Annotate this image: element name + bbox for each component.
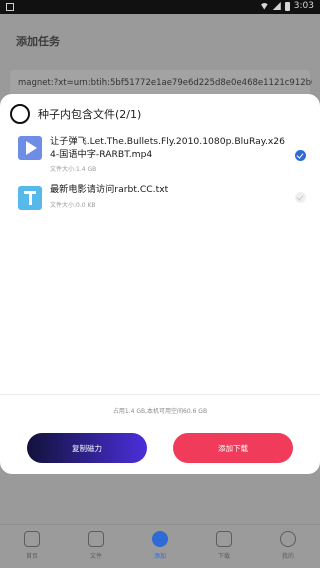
file-info: 让子弹飞.Let.The.Bullets.Fly.2010.1080p.BluR… — [50, 136, 286, 173]
add-icon — [152, 531, 168, 547]
file-size: 文件大小:0.0 KB — [50, 201, 96, 209]
text-file-icon — [18, 186, 42, 210]
checked-icon[interactable] — [295, 150, 306, 161]
tab-label: 文件 — [89, 553, 102, 560]
bottom-tab-bar: 首页 文件 添加 下载 我的 — [0, 524, 320, 568]
wifi-icon — [259, 2, 269, 10]
download-icon — [216, 531, 232, 547]
file-name: 让子弹飞.Let.The.Bullets.Fly.2010.1080p.BluR… — [50, 136, 285, 160]
file-name: 最新电影请访问rarbt.CC.txt — [50, 184, 169, 195]
add-download-button[interactable]: 添加下载 — [173, 433, 293, 463]
magnet-input-value: magnet:?xt=urn:btih:5bf51772e1ae79e6d225… — [18, 78, 312, 88]
signal-icon — [272, 2, 281, 10]
battery-icon — [284, 1, 290, 11]
folder-icon — [88, 531, 104, 547]
sheet-header: 种子内包含文件(2/1) — [10, 104, 141, 124]
tab-download[interactable]: 下载 — [192, 525, 256, 568]
tab-files[interactable]: 文件 — [64, 525, 128, 568]
notification-icon — [6, 3, 14, 11]
file-list-item[interactable]: 让子弹飞.Let.The.Bullets.Fly.2010.1080p.BluR… — [18, 136, 308, 173]
file-info: 最新电影请访问rarbt.CC.txt 文件大小:0.0 KB — [50, 184, 286, 209]
select-all-radio[interactable] — [10, 104, 30, 124]
home-icon — [24, 531, 40, 547]
video-file-icon — [18, 136, 42, 160]
divider — [0, 394, 320, 395]
page-title: 添加任务 — [16, 35, 60, 48]
file-size: 文件大小:1.4 GB — [50, 166, 97, 173]
file-list-item[interactable]: 最新电影请访问rarbt.CC.txt 文件大小:0.0 KB — [18, 184, 308, 210]
torrent-files-sheet: 种子内包含文件(2/1) 让子弹飞.Let.The.Bullets.Fly.20… — [0, 94, 320, 474]
status-bar: 3:03 — [0, 0, 320, 14]
tab-label: 添加 — [153, 553, 166, 560]
tab-label: 下载 — [217, 553, 230, 560]
status-time: 3:03 — [293, 1, 314, 11]
tab-label: 我的 — [281, 553, 294, 560]
copy-magnet-button[interactable]: 复制磁力 — [27, 433, 147, 463]
tab-label: 首页 — [25, 553, 38, 560]
sheet-title: 种子内包含文件(2/1) — [38, 108, 142, 121]
unchecked-icon[interactable] — [295, 192, 306, 203]
tab-home[interactable]: 首页 — [0, 525, 64, 568]
tab-add[interactable]: 添加 — [128, 525, 192, 568]
status-icons: 3:03 — [259, 1, 314, 11]
tab-profile[interactable]: 我的 — [256, 525, 320, 568]
storage-info: 占用1.4 GB,本机可用空间60.6 GB — [112, 408, 208, 415]
profile-icon — [280, 531, 296, 547]
